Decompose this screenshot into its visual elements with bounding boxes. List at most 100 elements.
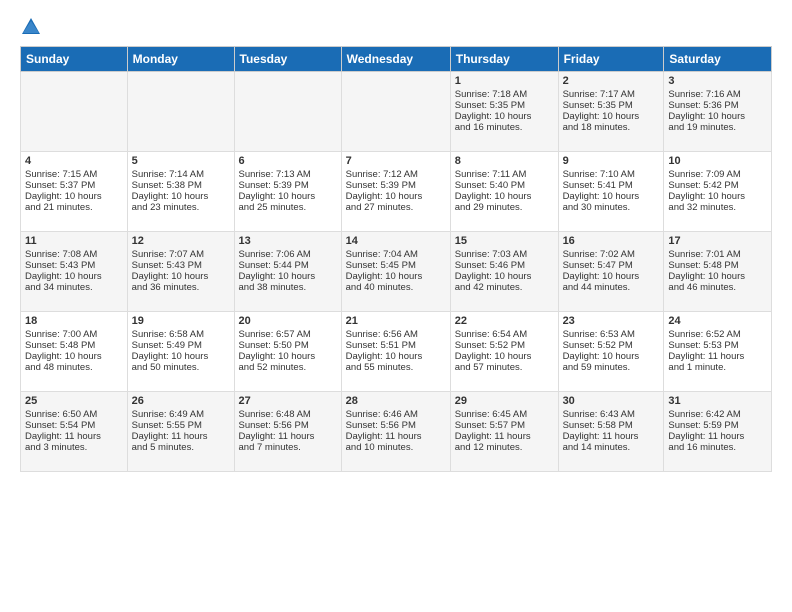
cell-info: Sunrise: 7:15 AM [25, 169, 123, 180]
logo-icon [20, 16, 42, 38]
day-number: 6 [239, 155, 337, 167]
cell-info: Daylight: 10 hours [132, 271, 230, 282]
cell-info: Sunset: 5:52 PM [563, 340, 660, 351]
day-number: 4 [25, 155, 123, 167]
cell-info: Sunrise: 7:16 AM [668, 89, 767, 100]
cell-info: Sunset: 5:37 PM [25, 180, 123, 191]
cell-info: Sunrise: 7:00 AM [25, 329, 123, 340]
cell-info: and 14 minutes. [563, 442, 660, 453]
cell-info: Daylight: 10 hours [346, 271, 446, 282]
calendar-cell: 12Sunrise: 7:07 AMSunset: 5:43 PMDayligh… [127, 232, 234, 312]
cell-info: Sunset: 5:41 PM [563, 180, 660, 191]
cell-info: Sunset: 5:40 PM [455, 180, 554, 191]
week-row-5: 25Sunrise: 6:50 AMSunset: 5:54 PMDayligh… [21, 392, 772, 472]
calendar-cell: 17Sunrise: 7:01 AMSunset: 5:48 PMDayligh… [664, 232, 772, 312]
cell-info: and 3 minutes. [25, 442, 123, 453]
cell-info: and 10 minutes. [346, 442, 446, 453]
cell-info: and 27 minutes. [346, 202, 446, 213]
cell-info: Daylight: 11 hours [455, 431, 554, 442]
cell-info: and 44 minutes. [563, 282, 660, 293]
day-number: 20 [239, 315, 337, 327]
cell-info: Daylight: 10 hours [455, 351, 554, 362]
cell-info: Sunrise: 7:14 AM [132, 169, 230, 180]
calendar-cell: 20Sunrise: 6:57 AMSunset: 5:50 PMDayligh… [234, 312, 341, 392]
cell-info: Sunset: 5:54 PM [25, 420, 123, 431]
cell-info: Sunset: 5:35 PM [455, 100, 554, 111]
cell-info: Daylight: 10 hours [455, 191, 554, 202]
col-header-monday: Monday [127, 47, 234, 72]
cell-info: Daylight: 11 hours [132, 431, 230, 442]
week-row-1: 1Sunrise: 7:18 AMSunset: 5:35 PMDaylight… [21, 72, 772, 152]
calendar-cell: 21Sunrise: 6:56 AMSunset: 5:51 PMDayligh… [341, 312, 450, 392]
cell-info: and 40 minutes. [346, 282, 446, 293]
cell-info: Sunrise: 7:11 AM [455, 169, 554, 180]
week-row-3: 11Sunrise: 7:08 AMSunset: 5:43 PMDayligh… [21, 232, 772, 312]
cell-info: Sunrise: 7:04 AM [346, 249, 446, 260]
cell-info: Daylight: 10 hours [668, 271, 767, 282]
cell-info: and 19 minutes. [668, 122, 767, 133]
calendar-cell: 30Sunrise: 6:43 AMSunset: 5:58 PMDayligh… [558, 392, 664, 472]
week-row-4: 18Sunrise: 7:00 AMSunset: 5:48 PMDayligh… [21, 312, 772, 392]
cell-info: Sunrise: 6:43 AM [563, 409, 660, 420]
header [20, 16, 772, 38]
cell-info: and 29 minutes. [455, 202, 554, 213]
cell-info: Sunrise: 7:03 AM [455, 249, 554, 260]
cell-info: and 21 minutes. [25, 202, 123, 213]
calendar-cell: 16Sunrise: 7:02 AMSunset: 5:47 PMDayligh… [558, 232, 664, 312]
cell-info: Sunset: 5:51 PM [346, 340, 446, 351]
cell-info: Daylight: 11 hours [239, 431, 337, 442]
cell-info: Sunrise: 6:49 AM [132, 409, 230, 420]
day-number: 27 [239, 395, 337, 407]
day-number: 25 [25, 395, 123, 407]
cell-info: and 38 minutes. [239, 282, 337, 293]
calendar-cell: 2Sunrise: 7:17 AMSunset: 5:35 PMDaylight… [558, 72, 664, 152]
cell-info: Daylight: 10 hours [25, 191, 123, 202]
cell-info: Daylight: 11 hours [668, 431, 767, 442]
cell-info: Daylight: 10 hours [346, 351, 446, 362]
cell-info: Sunset: 5:36 PM [668, 100, 767, 111]
cell-info: and 46 minutes. [668, 282, 767, 293]
cell-info: Daylight: 10 hours [668, 111, 767, 122]
cell-info: Sunset: 5:42 PM [668, 180, 767, 191]
col-header-wednesday: Wednesday [341, 47, 450, 72]
calendar-cell: 11Sunrise: 7:08 AMSunset: 5:43 PMDayligh… [21, 232, 128, 312]
calendar-cell: 29Sunrise: 6:45 AMSunset: 5:57 PMDayligh… [450, 392, 558, 472]
day-number: 10 [668, 155, 767, 167]
col-header-saturday: Saturday [664, 47, 772, 72]
cell-info: Daylight: 10 hours [346, 191, 446, 202]
cell-info: and 34 minutes. [25, 282, 123, 293]
calendar-cell: 22Sunrise: 6:54 AMSunset: 5:52 PMDayligh… [450, 312, 558, 392]
cell-info: Daylight: 10 hours [25, 351, 123, 362]
calendar-cell: 9Sunrise: 7:10 AMSunset: 5:41 PMDaylight… [558, 152, 664, 232]
cell-info: Sunset: 5:39 PM [239, 180, 337, 191]
cell-info: Sunrise: 6:56 AM [346, 329, 446, 340]
cell-info: Daylight: 10 hours [455, 271, 554, 282]
cell-info: Sunset: 5:52 PM [455, 340, 554, 351]
calendar-cell [127, 72, 234, 152]
cell-info: and 18 minutes. [563, 122, 660, 133]
calendar-cell: 26Sunrise: 6:49 AMSunset: 5:55 PMDayligh… [127, 392, 234, 472]
day-number: 23 [563, 315, 660, 327]
week-row-2: 4Sunrise: 7:15 AMSunset: 5:37 PMDaylight… [21, 152, 772, 232]
calendar-table: SundayMondayTuesdayWednesdayThursdayFrid… [20, 46, 772, 472]
cell-info: Daylight: 10 hours [239, 271, 337, 282]
day-number: 22 [455, 315, 554, 327]
cell-info: Sunset: 5:47 PM [563, 260, 660, 271]
cell-info: Daylight: 10 hours [563, 111, 660, 122]
day-number: 1 [455, 75, 554, 87]
cell-info: Sunrise: 7:08 AM [25, 249, 123, 260]
calendar-cell: 23Sunrise: 6:53 AMSunset: 5:52 PMDayligh… [558, 312, 664, 392]
day-number: 17 [668, 235, 767, 247]
cell-info: Sunrise: 6:53 AM [563, 329, 660, 340]
cell-info: and 52 minutes. [239, 362, 337, 373]
calendar-cell: 10Sunrise: 7:09 AMSunset: 5:42 PMDayligh… [664, 152, 772, 232]
day-number: 9 [563, 155, 660, 167]
cell-info: and 57 minutes. [455, 362, 554, 373]
cell-info: Sunset: 5:53 PM [668, 340, 767, 351]
calendar-cell: 13Sunrise: 7:06 AMSunset: 5:44 PMDayligh… [234, 232, 341, 312]
cell-info: Sunrise: 7:07 AM [132, 249, 230, 260]
calendar-cell [341, 72, 450, 152]
day-number: 31 [668, 395, 767, 407]
cell-info: Sunset: 5:38 PM [132, 180, 230, 191]
logo [20, 16, 44, 38]
